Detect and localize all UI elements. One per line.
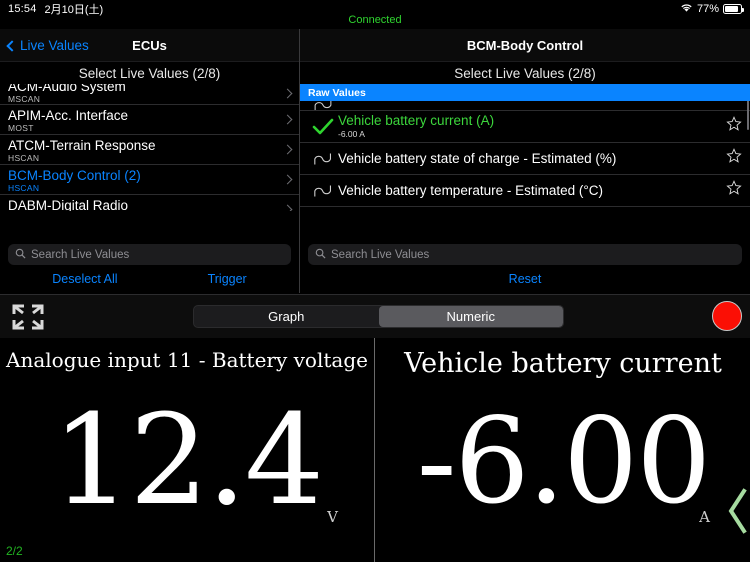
gauge-value: -6.00 — [416, 392, 712, 530]
fullscreen-expand-icon[interactable] — [0, 302, 56, 332]
ecu-list[interactable]: ACM-Audio System MSCAN APIM-Acc. Interfa… — [0, 84, 299, 211]
live-value-text: Vehicle battery temperature - Estimated … — [338, 183, 726, 199]
tab-graph[interactable]: Graph — [194, 306, 379, 327]
gauge-divider — [374, 338, 375, 562]
chevron-left-icon — [6, 39, 18, 52]
tab-numeric[interactable]: Numeric — [378, 306, 563, 327]
live-values-footer: Search Live Values Reset — [300, 238, 750, 293]
search-input[interactable]: Search Live Values — [8, 244, 291, 265]
list-item[interactable]: DABM-Digital Radio MOST — [0, 195, 299, 211]
live-values-actions: Reset — [300, 265, 750, 293]
live-values-navbar: BCM-Body Control — [300, 29, 750, 62]
star-outline-icon[interactable] — [726, 148, 742, 169]
gauge-title: Vehicle battery current — [404, 348, 722, 379]
list-item-battery-temperature[interactable]: Vehicle battery temperature - Estimated … — [300, 175, 750, 207]
ecu-bus: MOST — [8, 122, 34, 133]
view-mode-segmented-control[interactable]: Graph Numeric — [193, 305, 564, 328]
live-values-list[interactable]: Raw Values Vehicle battery current (A) -… — [300, 84, 750, 211]
check-icon — [308, 118, 338, 136]
live-value-label: Vehicle battery temperature - Estimated … — [338, 182, 604, 198]
live-values-panel-title: BCM-Body Control — [466, 37, 584, 53]
gauge-unit: V — [327, 508, 338, 526]
live-value-label: Vehicle battery current (A) — [338, 113, 495, 128]
star-outline-icon[interactable] — [726, 180, 742, 201]
reset-button[interactable]: Reset — [509, 272, 542, 286]
ecu-name: BCM-Body Control (2) — [8, 167, 141, 183]
ecu-subheader: Select Live Values (2/8) — [0, 62, 299, 84]
chevron-left-icon[interactable] — [726, 488, 748, 534]
ecu-bus: MSCAN — [8, 94, 41, 104]
ecu-name: DABM-Digital Radio — [8, 197, 129, 212]
ecu-navbar: Live Values ECUs — [0, 29, 299, 62]
ecu-actions: Deselect All Trigger — [0, 265, 299, 293]
ecu-name: ACM-Audio System — [8, 84, 126, 94]
list-item-partial[interactable] — [300, 101, 750, 111]
live-value-text: Vehicle battery state of charge - Estima… — [338, 151, 726, 167]
ecu-panel-footer: Search Live Values Deselect All Trigger — [0, 238, 299, 293]
chevron-right-icon — [282, 114, 293, 125]
section-header-raw-values: Raw Values — [300, 84, 750, 101]
chevron-right-icon — [282, 144, 293, 155]
chevron-right-icon — [282, 204, 293, 211]
ecu-name: ATCM-Terrain Response — [8, 137, 156, 153]
search-input[interactable]: Search Live Values — [308, 244, 742, 265]
gauge-page-counter: 2/2 — [6, 544, 23, 558]
ecu-panel: Live Values ECUs Select Live Values (2/8… — [0, 29, 299, 293]
app-root: 15:54 2月10日(土) 77% Connected Live Values — [0, 0, 750, 562]
waveform-icon — [308, 183, 338, 199]
live-value-text: Vehicle battery current (A) -6.00 A — [338, 113, 726, 140]
connection-status: Connected — [348, 14, 402, 26]
ecu-bus: HSCAN — [8, 152, 40, 163]
numeric-gauges: Analogue input 11 - Battery voltage 12.4… — [0, 338, 750, 562]
search-icon — [315, 246, 326, 264]
trigger-button[interactable]: Trigger — [208, 272, 247, 286]
live-values-subheader: Select Live Values (2/8) — [300, 62, 750, 84]
star-outline-icon[interactable] — [726, 116, 742, 137]
list-item[interactable]: ACM-Audio System MSCAN — [0, 84, 299, 105]
gauge-battery-voltage[interactable]: Analogue input 11 - Battery voltage 12.4… — [0, 338, 374, 562]
battery-icon — [723, 4, 744, 14]
live-values-panel: BCM-Body Control Select Live Values (2/8… — [300, 29, 750, 293]
waveform-icon — [308, 101, 338, 110]
back-button[interactable]: Live Values — [6, 29, 89, 62]
list-item[interactable]: APIM-Acc. Interface MOST — [0, 105, 299, 135]
chevron-right-icon — [282, 174, 293, 185]
list-item[interactable]: ATCM-Terrain Response HSCAN — [0, 135, 299, 165]
ecu-bus: HSCAN — [8, 182, 40, 193]
list-item-state-of-charge[interactable]: Vehicle battery state of charge - Estima… — [300, 143, 750, 175]
deselect-all-button[interactable]: Deselect All — [52, 272, 117, 286]
gauge-value: 12.4 — [51, 388, 324, 533]
search-placeholder: Search Live Values — [31, 248, 130, 261]
list-item-vehicle-battery-current[interactable]: Vehicle battery current (A) -6.00 A — [300, 111, 750, 143]
record-button[interactable] — [712, 301, 742, 331]
search-icon — [15, 246, 26, 264]
ecu-name: APIM-Acc. Interface — [8, 107, 129, 123]
panels-container: Live Values ECUs Select Live Values (2/8… — [0, 29, 750, 293]
back-button-label: Live Values — [20, 38, 89, 53]
chevron-right-icon — [282, 88, 293, 99]
sidebar-item-bcm-body-control[interactable]: BCM-Body Control (2) HSCAN — [0, 165, 299, 195]
ecu-panel-title: ECUs — [132, 37, 167, 53]
waveform-icon — [308, 151, 338, 167]
gauge-title: Analogue input 11 - Battery voltage — [6, 348, 368, 372]
gauge-unit: A — [699, 508, 710, 526]
search-placeholder: Search Live Values — [331, 248, 430, 261]
live-value-label: Vehicle battery state of charge - Estima… — [338, 150, 617, 166]
live-value-reading: -6.00 A — [338, 129, 365, 139]
gauge-battery-current[interactable]: Vehicle battery current -6.00 A — [376, 338, 750, 562]
